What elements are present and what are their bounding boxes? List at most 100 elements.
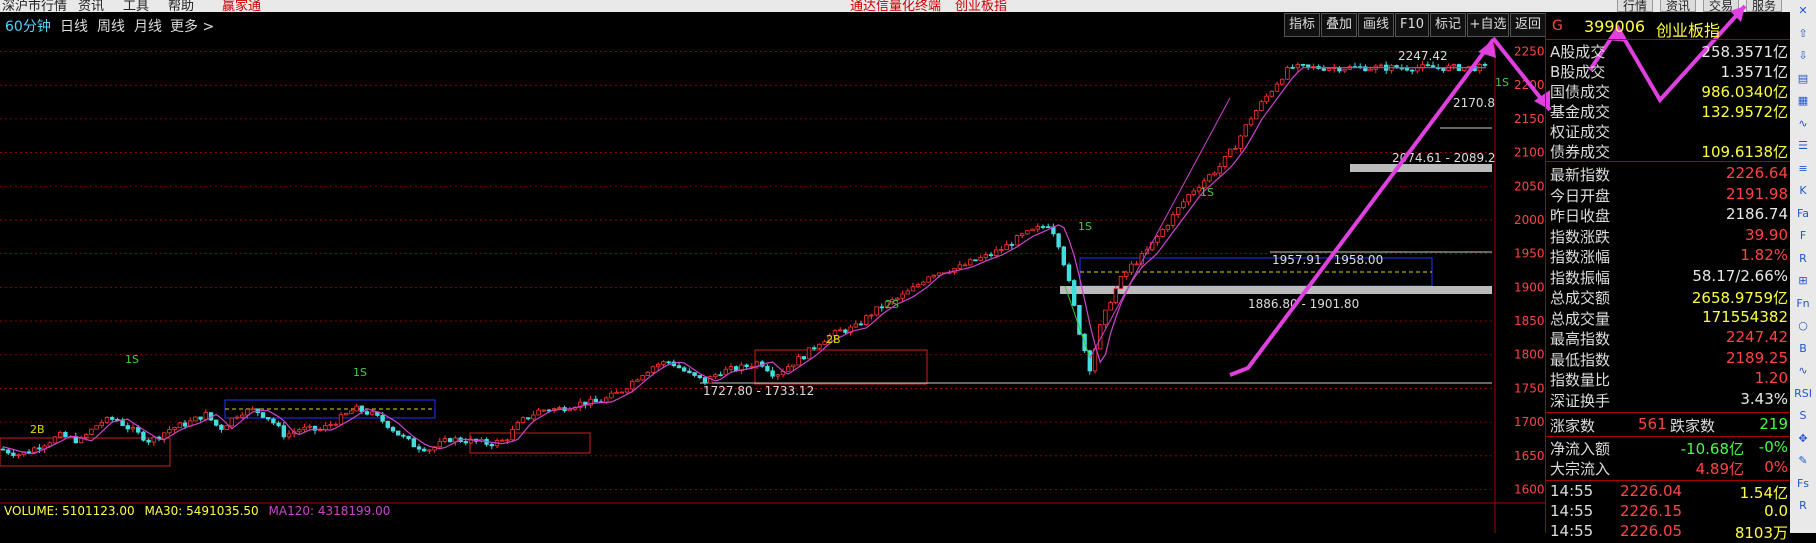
overlay-button[interactable]: 叠加	[1321, 13, 1357, 37]
index-stat-label: 最新指数	[1550, 166, 1611, 184]
down-arrow-icon[interactable]: ⇩	[1793, 47, 1813, 65]
candle	[1170, 214, 1176, 226]
candle	[1482, 64, 1488, 66]
candle	[526, 417, 531, 420]
up-arrow-icon[interactable]: ⇧	[1793, 25, 1813, 43]
fund-flow-label: 净流入额	[1550, 440, 1611, 458]
index-stat-row: 最低指数 2189.25	[1550, 349, 1788, 369]
candle	[838, 329, 843, 332]
rt-icon[interactable]: R	[1793, 497, 1813, 515]
kline-chart[interactable]: 2250220021502100205020001950190018501800…	[0, 38, 1545, 533]
list-icon[interactable]: ☰	[1793, 137, 1813, 155]
index-stat-row: 昨日收盘 2186.74	[1550, 205, 1788, 225]
turnover-label: A股成交	[1550, 43, 1606, 61]
candle	[1035, 226, 1040, 230]
fa-icon[interactable]: Fa	[1793, 205, 1813, 223]
candle	[411, 438, 416, 448]
index-stat-label: 指数涨跌	[1550, 227, 1611, 246]
menu-winner[interactable]: 赢家通	[222, 0, 261, 12]
candle	[983, 254, 988, 258]
menu-icon[interactable]: ≡	[1793, 160, 1813, 178]
candle	[16, 454, 21, 457]
index-stat-value: 2191.98	[1725, 184, 1788, 203]
rsi-icon[interactable]: RSI	[1793, 385, 1813, 403]
candle	[1342, 68, 1347, 72]
candle	[619, 391, 624, 394]
y-tick-label: 1850	[1514, 314, 1545, 328]
r-icon[interactable]: R	[1793, 250, 1813, 268]
candle	[401, 434, 406, 437]
index-code: 399006	[1584, 17, 1646, 36]
down-count-label: 跌家数	[1670, 417, 1716, 435]
turnover-row: 国债成交 986.0340亿	[1550, 81, 1788, 101]
move-icon[interactable]: ✥	[1793, 430, 1813, 448]
candle	[354, 405, 359, 412]
menu-market[interactable]: 深沪市行情	[2, 0, 67, 12]
candle	[734, 366, 739, 372]
y-tick-label: 2100	[1514, 146, 1545, 160]
candle	[968, 259, 973, 266]
grid-icon[interactable]: ▦	[1793, 92, 1813, 110]
chart-icon[interactable]: ▤	[1793, 70, 1813, 88]
up-count-label: 涨家数	[1550, 417, 1596, 435]
candle	[1295, 63, 1300, 69]
candle	[1269, 90, 1274, 97]
turnover-value: 986.0340亿	[1701, 83, 1788, 101]
candle	[1248, 118, 1254, 126]
line-icon[interactable]: ∿	[1793, 115, 1813, 133]
chart-toolbar: 指标 叠加 画线 F10 标记 +自选 返回	[0, 13, 1546, 37]
candle	[812, 347, 817, 350]
mark-button[interactable]: 标记	[1430, 13, 1466, 37]
k-icon[interactable]: K	[1793, 182, 1813, 200]
candle	[239, 414, 245, 418]
fs-icon[interactable]: Fs	[1793, 475, 1813, 493]
candle	[1378, 64, 1384, 67]
candle	[63, 431, 68, 438]
s-icon[interactable]: S	[1793, 407, 1813, 425]
y-tick-label: 1650	[1514, 449, 1545, 463]
y-tick-label: 1800	[1514, 348, 1545, 362]
candle	[1155, 236, 1160, 243]
indicator-button[interactable]: 指标	[1284, 13, 1320, 37]
candle	[864, 315, 869, 325]
draw-line-button[interactable]: 画线	[1358, 13, 1394, 37]
candle	[853, 323, 858, 328]
menu-news[interactable]: 资讯	[78, 0, 104, 12]
candle	[676, 365, 682, 369]
candle	[421, 448, 427, 452]
fin-icon[interactable]: F	[1793, 227, 1813, 245]
candle	[515, 421, 520, 430]
circle-icon[interactable]: ○	[1793, 317, 1813, 335]
candle	[250, 408, 255, 411]
tick-row: 14:55 2226.15 0.0	[1550, 502, 1788, 522]
pen-icon[interactable]: ✎	[1793, 452, 1813, 470]
index-stat-label: 昨日收盘	[1550, 207, 1611, 225]
candle	[6, 449, 11, 454]
candle	[172, 427, 177, 430]
candle	[609, 392, 614, 399]
wave-icon[interactable]: ∿	[1793, 362, 1813, 380]
candle	[385, 420, 390, 428]
b-icon[interactable]: B	[1793, 340, 1813, 358]
index-stat-row: 深证换手 3.43%	[1550, 390, 1788, 410]
menu-help[interactable]: 帮助	[168, 0, 194, 12]
candle	[1222, 155, 1228, 167]
candle	[718, 374, 723, 377]
quote-panel: G 399006 创业板指 A股成交 258.3571亿 B股成交 1.3571亿 国债…	[1545, 14, 1791, 542]
f10-button[interactable]: F10	[1395, 13, 1429, 37]
fn-icon[interactable]: Fn	[1793, 295, 1813, 313]
candle	[146, 439, 151, 443]
y-tick-label: 1700	[1514, 415, 1545, 429]
candle	[302, 426, 307, 431]
menu-tools[interactable]: 工具	[123, 0, 149, 12]
candle	[994, 249, 999, 256]
kbar-icon[interactable]: ⊞	[1793, 272, 1813, 290]
close-icon[interactable]: ✕	[1793, 2, 1813, 20]
candle	[437, 441, 442, 448]
candle	[58, 431, 63, 438]
candle	[32, 447, 37, 453]
y-tick-label: 2000	[1514, 213, 1545, 227]
candle	[265, 417, 271, 420]
candle	[973, 259, 978, 262]
candle	[1072, 280, 1077, 306]
